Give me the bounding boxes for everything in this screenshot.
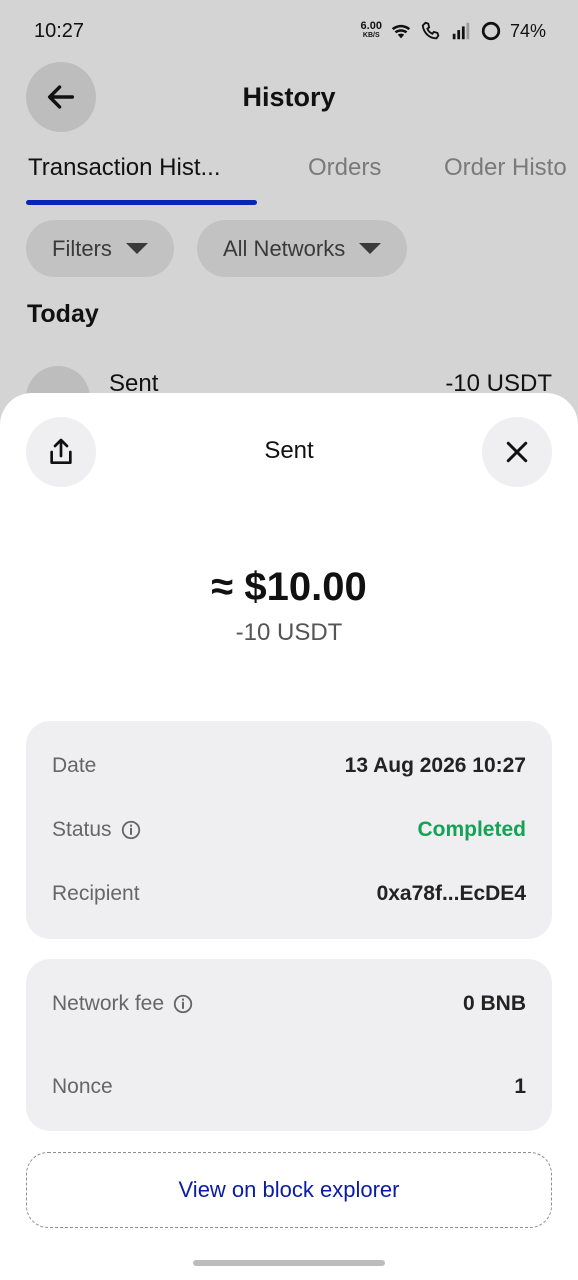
net-speed-unit: KB/S	[362, 32, 380, 39]
nonce-row: Nonce 1	[52, 1072, 526, 1102]
recipient-address[interactable]: 0xa78f...EcDE4	[377, 882, 526, 906]
wifi-icon	[391, 24, 411, 39]
filters-chip[interactable]: Filters	[26, 220, 174, 277]
caret-down-icon	[359, 243, 382, 254]
tab-orders[interactable]: Orders	[308, 154, 381, 182]
date-row: Date 13 Aug 2026 10:27	[52, 751, 526, 781]
battery-percent: 74%	[509, 20, 546, 41]
fees-card: Network fee 0 BNB Nonce 1	[26, 959, 552, 1131]
view-on-block-explorer-button[interactable]: View on block explorer	[26, 1152, 552, 1228]
date-label: Date	[52, 754, 97, 777]
amount-fiat: ≈ $10.00	[211, 565, 367, 609]
status-row: Status Completed	[52, 815, 526, 845]
recipient-row: Recipient 0xa78f...EcDE4	[52, 879, 526, 909]
transaction-detail-sheet: Sent ≈ $10.00 -10 USDT Date 13 Aug 2026 …	[0, 393, 578, 1280]
status-icons: 6.00 KB/S 74%	[361, 20, 546, 42]
page-title: History	[242, 82, 336, 112]
status-value: Completed	[417, 818, 526, 841]
network-fee-label: Network fee	[52, 992, 165, 1015]
status-time: 10:27	[34, 20, 85, 42]
close-icon	[506, 441, 528, 463]
date-value: 13 Aug 2026 10:27	[344, 754, 526, 777]
amount-token: -10 USDT	[235, 619, 343, 646]
network-fee-row: Network fee 0 BNB	[52, 989, 526, 1019]
nonce-value: 1	[514, 1075, 526, 1098]
caret-down-icon	[125, 243, 148, 254]
networks-chip[interactable]: All Networks	[197, 220, 408, 277]
filters-chip-label: Filters	[52, 235, 112, 261]
info-icon[interactable]	[120, 819, 142, 841]
status-label: Status	[52, 818, 112, 841]
nonce-label: Nonce	[52, 1075, 113, 1098]
recipient-label: Recipient	[52, 882, 140, 905]
tab-order-history[interactable]: Order Histo	[444, 154, 567, 182]
wifi-call-icon	[421, 21, 440, 40]
tab-transaction-history[interactable]: Transaction Hist...	[28, 154, 221, 182]
active-tab-indicator	[26, 200, 257, 205]
networks-chip-label: All Networks	[223, 235, 346, 261]
status-bar: 10:27 6.00 KB/S 74%	[0, 0, 578, 62]
home-indicator[interactable]	[193, 1260, 385, 1266]
status-label-group: Status	[52, 818, 142, 842]
network-fee-value: 0 BNB	[462, 992, 526, 1015]
net-speed: 6.00 KB/S	[360, 20, 382, 40]
battery-ring-icon	[481, 21, 501, 41]
details-card: Date 13 Aug 2026 10:27 Status Completed …	[26, 721, 552, 939]
net-speed-value: 6.00	[360, 20, 382, 32]
network-fee-label-group: Network fee	[52, 992, 194, 1016]
signal-icon	[452, 22, 470, 40]
info-icon[interactable]	[172, 993, 194, 1015]
section-header-today: Today	[27, 300, 99, 328]
close-button[interactable]	[482, 417, 552, 487]
